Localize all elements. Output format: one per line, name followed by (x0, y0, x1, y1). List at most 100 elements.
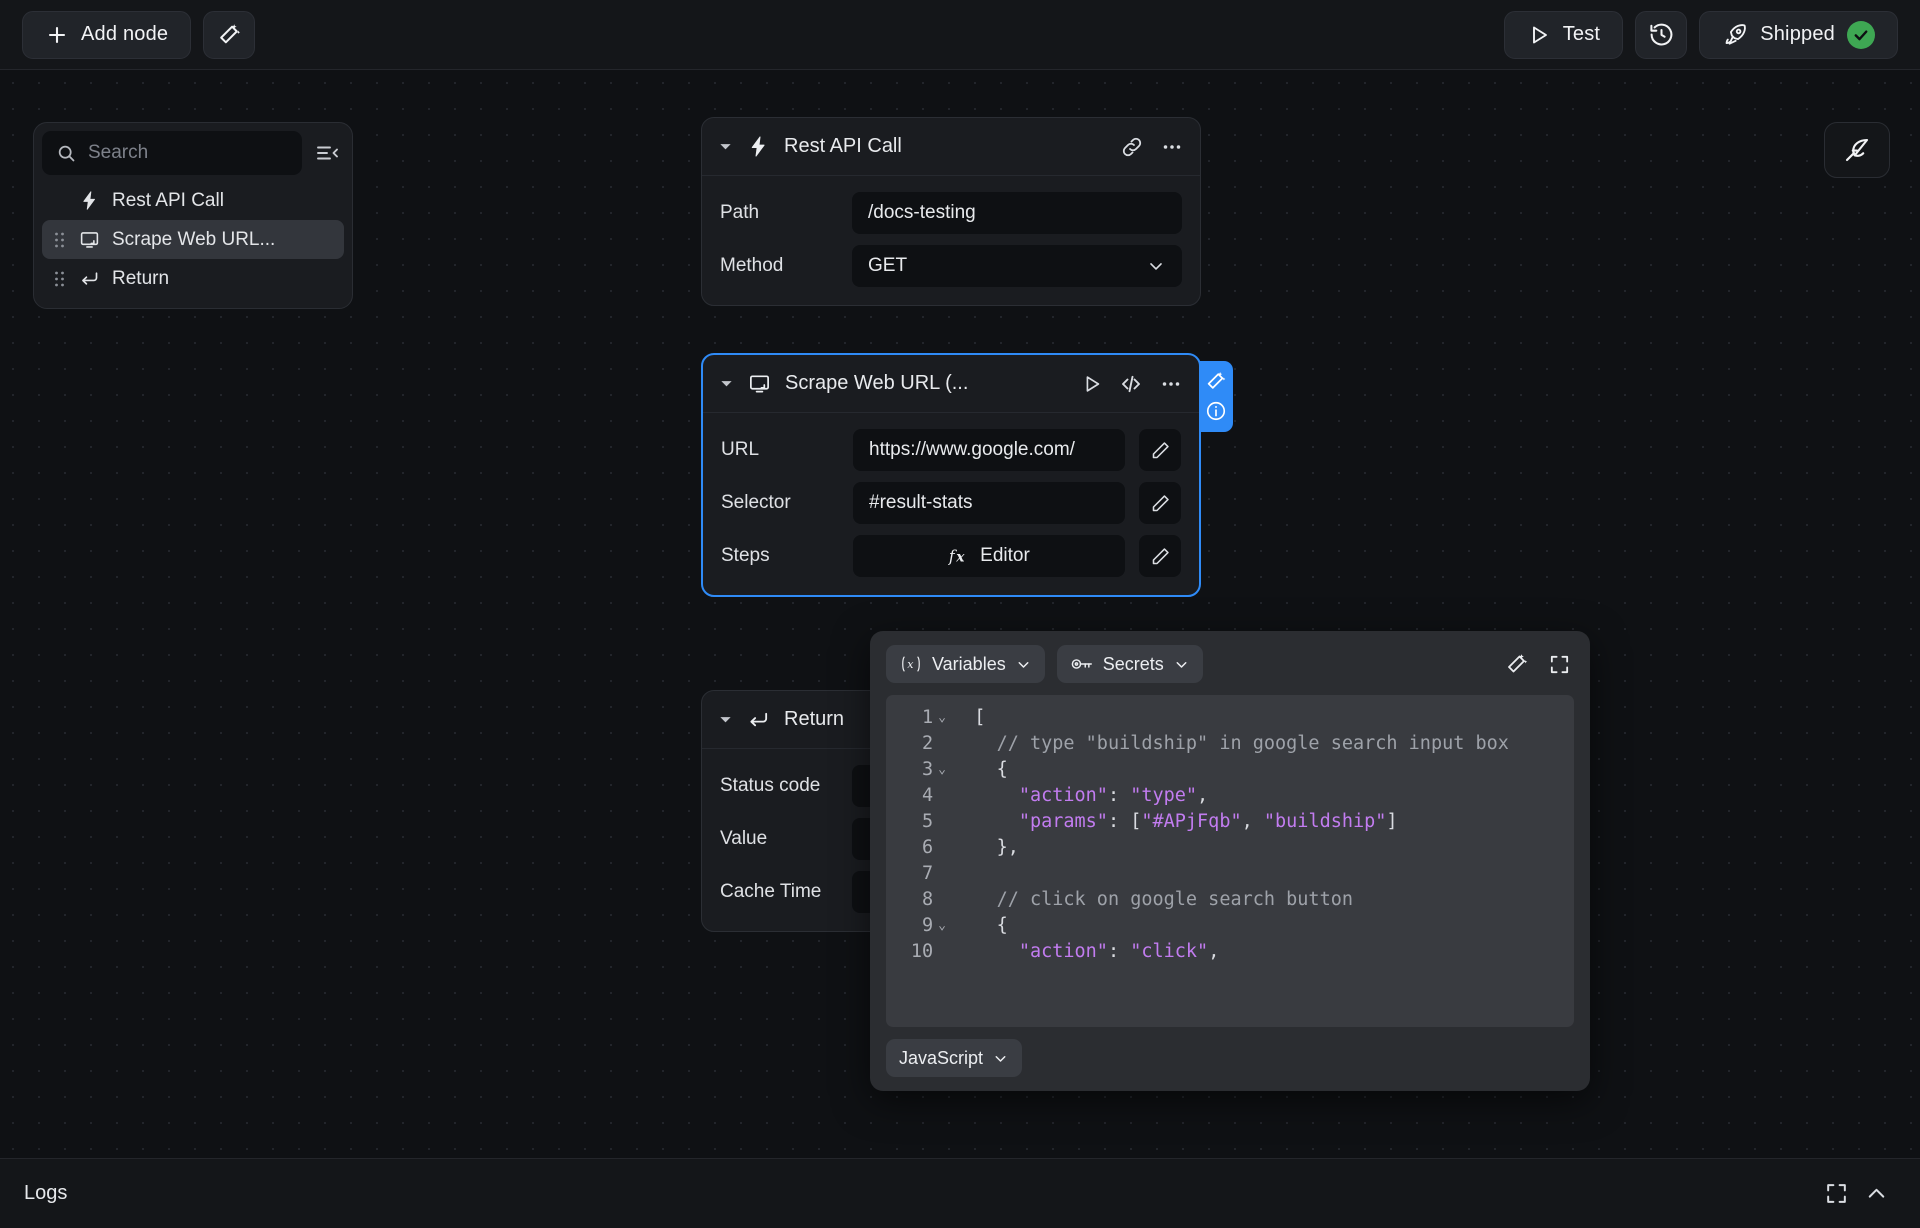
code-line: 6⌄ }, (886, 835, 1574, 861)
code-text: "action": "type", (952, 783, 1574, 809)
line-number: 9⌄ (886, 913, 952, 939)
code-text: "params": ["#APjFqb", "buildship"] (952, 809, 1574, 835)
logs-fullscreen-icon[interactable] (1816, 1174, 1856, 1214)
language-dropdown[interactable]: JavaScript (886, 1039, 1022, 1077)
search-box[interactable] (42, 131, 302, 175)
link-icon[interactable] (1120, 135, 1144, 159)
secrets-dropdown[interactable]: Secrets (1057, 645, 1203, 683)
edit-selector-button[interactable] (1139, 482, 1181, 524)
variables-dropdown[interactable]: x Variables (886, 645, 1045, 683)
toolbar-left-group: Add node (22, 11, 255, 59)
field-method: Method GET (720, 245, 1182, 287)
field-label: Steps (721, 545, 839, 567)
language-label: JavaScript (899, 1048, 983, 1069)
fold-chevron-icon[interactable]: ⌄ (938, 705, 946, 731)
fullscreen-icon[interactable] (1544, 649, 1574, 679)
method-value: GET (868, 255, 907, 277)
plus-icon (45, 23, 69, 47)
more-options-icon[interactable] (1159, 372, 1183, 396)
more-options-icon[interactable] (1160, 135, 1184, 159)
steps-editor-button[interactable]: f x Editor (853, 535, 1125, 577)
code-line: 1⌄ [ (886, 705, 1574, 731)
fx-icon: f x (948, 545, 970, 567)
code-area[interactable]: 1⌄ [2⌄ // type "buildship" in google sea… (886, 695, 1574, 1027)
code-line: 3⌄ { (886, 757, 1574, 783)
field-label: Selector (721, 492, 839, 514)
drag-handle-icon[interactable] (52, 270, 66, 288)
return-arrow-icon (76, 268, 102, 289)
annotate-feather-button[interactable] (1824, 122, 1890, 178)
field-path: Path /docs-testing (720, 192, 1182, 234)
chevron-down-icon[interactable] (718, 139, 733, 154)
fold-chevron-icon[interactable]: ⌄ (938, 913, 946, 939)
test-button[interactable]: Test (1504, 11, 1623, 59)
node-title: Scrape Web URL (... (785, 372, 1067, 395)
chevron-down-icon[interactable] (719, 376, 734, 391)
monitor-icon (748, 372, 771, 395)
feather-quill-icon (1842, 135, 1872, 165)
editor-toolbar: x Variables Secrets (886, 645, 1574, 683)
code-text: "action": "click", (952, 939, 1574, 965)
monitor-icon (76, 229, 102, 250)
code-brackets-icon[interactable] (1119, 372, 1143, 396)
add-node-button[interactable]: Add node (22, 11, 191, 59)
sidebar-item-rest-api-call[interactable]: Rest API Call (42, 181, 344, 220)
line-number: 10⌄ (886, 939, 952, 965)
selector-input[interactable]: #result-stats (853, 482, 1125, 524)
path-input[interactable]: /docs-testing (852, 192, 1182, 234)
chevron-down-icon (1146, 256, 1166, 276)
editor-footer: JavaScript (886, 1039, 1574, 1077)
search-row (42, 131, 344, 175)
url-input[interactable]: https://www.google.com/ (853, 429, 1125, 471)
line-number: 3⌄ (886, 757, 952, 783)
node-header-actions (1120, 135, 1184, 159)
sidebar-item-return[interactable]: Return (42, 259, 344, 298)
variables-label: Variables (932, 654, 1006, 675)
sidebar-item-label: Return (112, 268, 169, 290)
sidebar-item-scrape-web-url[interactable]: Scrape Web URL... (42, 220, 344, 259)
ai-generate-button[interactable] (203, 11, 255, 59)
magic-wand-icon[interactable] (1502, 649, 1532, 679)
node-title: Rest API Call (784, 135, 1106, 158)
node-header[interactable]: Scrape Web URL (... (703, 355, 1199, 413)
flow-canvas[interactable]: Rest API Call (0, 70, 1920, 1158)
chevron-down-icon[interactable] (718, 712, 733, 727)
node-body: URL https://www.google.com/ Selector #re… (703, 413, 1199, 595)
test-label: Test (1563, 23, 1600, 46)
edit-steps-button[interactable] (1139, 535, 1181, 577)
history-button[interactable] (1635, 11, 1687, 59)
fold-chevron-icon[interactable]: ⌄ (938, 757, 946, 783)
drag-handle-icon[interactable] (52, 231, 66, 249)
logs-label: Logs (24, 1182, 67, 1205)
node-scrape-web-url[interactable]: Scrape Web URL (... URL https://w (701, 353, 1201, 597)
steps-editor-label: Editor (980, 545, 1030, 567)
code-lines[interactable]: 1⌄ [2⌄ // type "buildship" in google sea… (886, 705, 1574, 965)
code-text: // type "buildship" in google search inp… (952, 731, 1574, 757)
node-list-panel: Rest API Call (33, 122, 353, 309)
collapse-panel-icon[interactable] (310, 136, 344, 170)
method-select[interactable]: GET (852, 245, 1182, 287)
lightning-bolt-icon (76, 190, 102, 211)
field-label: Value (720, 828, 838, 850)
info-circle-icon[interactable] (1205, 400, 1227, 422)
logs-chevron-up-icon[interactable] (1856, 1174, 1896, 1214)
chevron-down-icon (1173, 656, 1190, 673)
search-input[interactable] (88, 142, 288, 164)
node-header[interactable]: Rest API Call (702, 118, 1200, 176)
code-line: 7⌄ (886, 861, 1574, 887)
workflow-editor-app: Add node Test (0, 0, 1920, 1228)
shipped-status-button[interactable]: Shipped (1699, 11, 1898, 59)
rocket-icon (1722, 22, 1748, 48)
status-badge (1847, 21, 1875, 49)
node-rest-api-call[interactable]: Rest API Call Path /docs-testing Method (701, 117, 1201, 306)
code-line: 5⌄ "params": ["#APjFqb", "buildship"] (886, 809, 1574, 835)
svg-text:x: x (907, 658, 914, 671)
key-icon (1070, 654, 1094, 674)
line-number: 6⌄ (886, 835, 952, 861)
run-play-icon[interactable] (1081, 373, 1103, 395)
edit-url-button[interactable] (1139, 429, 1181, 471)
shipped-label: Shipped (1760, 23, 1835, 46)
field-label: Status code (720, 775, 838, 797)
code-line: 10⌄ "action": "click", (886, 939, 1574, 965)
magic-wand-icon[interactable] (1205, 370, 1227, 392)
